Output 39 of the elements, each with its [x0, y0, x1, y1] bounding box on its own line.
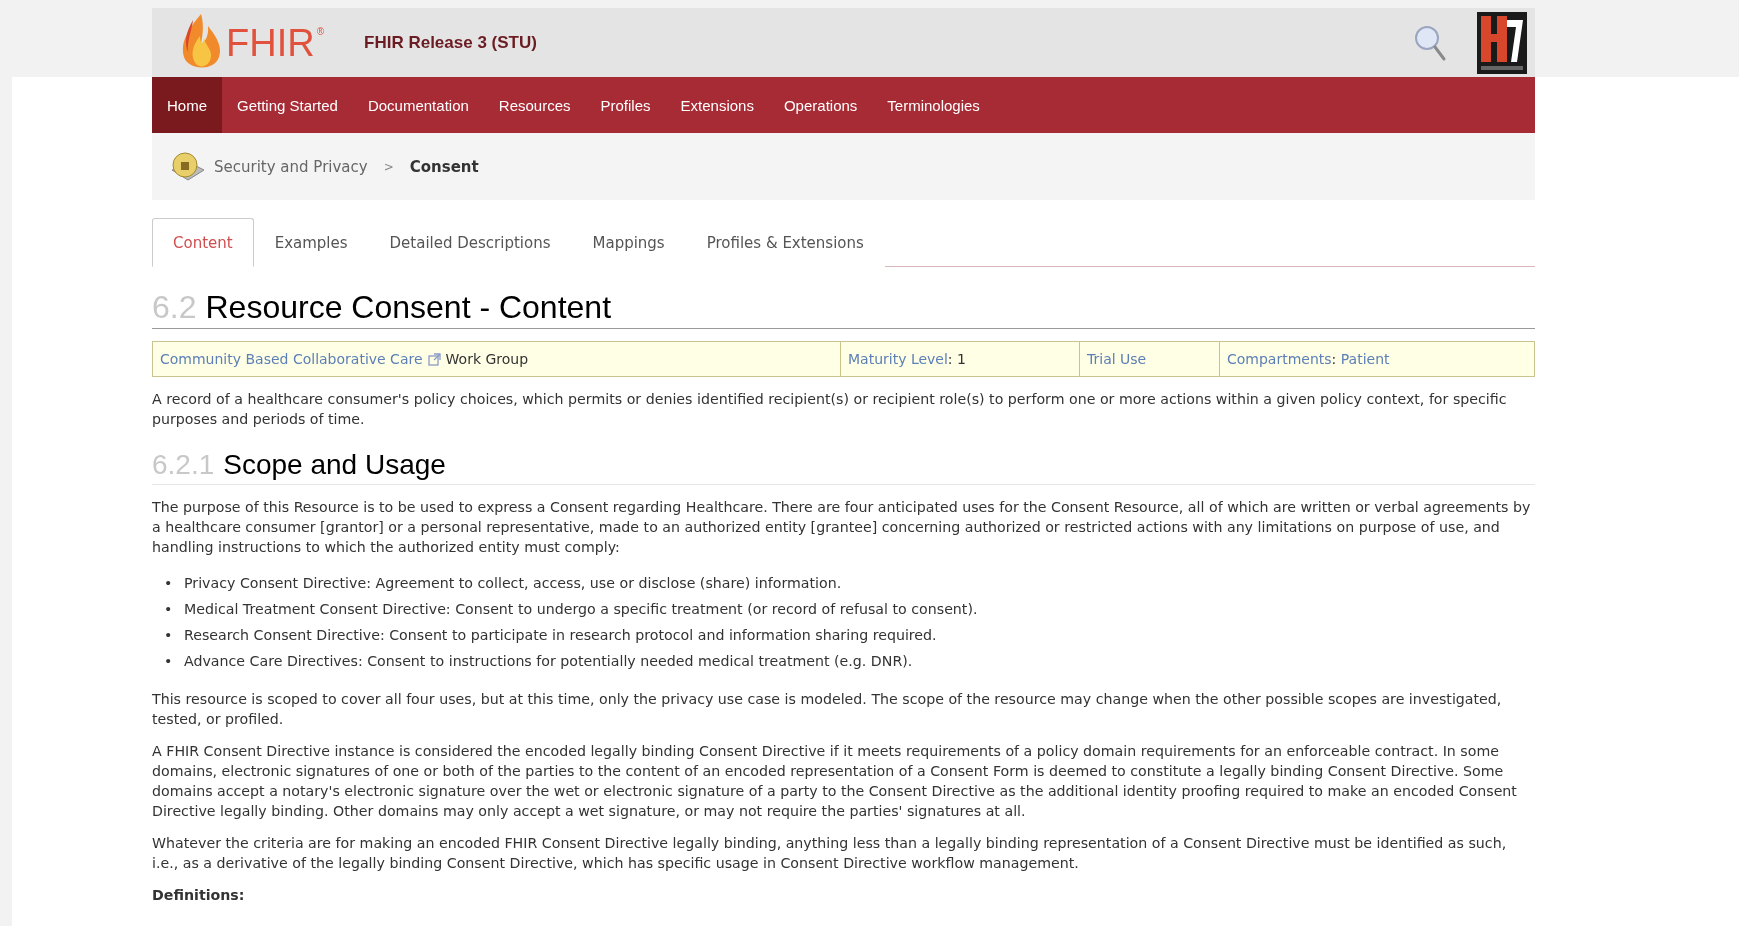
info-link[interactable]: Compartments [1227, 351, 1332, 367]
info-link[interactable]: Community Based Collaborative Care [160, 351, 423, 367]
list-item: Privacy Consent Directive: Agreement to collect, access, use or disclose (share) information. [184, 574, 842, 593]
nav-item[interactable]: Resources [483, 77, 586, 133]
bullet: • [164, 626, 174, 645]
registered-mark: ® [316, 26, 325, 37]
nav-item[interactable]: Extensions [665, 77, 769, 133]
list-item: Research Consent Directive: Consent to participate in research protocol and information sharing required. [184, 626, 937, 645]
bullet: • [164, 600, 174, 619]
paragraph: A FHIR Consent Directive instance is considered the encoded legally binding Consent Directive if it meets requirements of a policy domain requirements for an enforceable contract. In some domains, electronic signatures of one or both of the parties to the content of an encoded representation of a Consent Form is deemed to constitute a legally binding Consent Directive. Some domains accept a notary's electronic signature over the wet or electronic signature of a party to the Consent Directive as the additional identity proofing required to make an encoded Consent Directive legally binding. Other domains may only accept a wet signature, or may not require the parties' signatures at all. [152, 742, 1518, 821]
hl7-logo-icon [1477, 12, 1527, 74]
info-text: : [1331, 351, 1338, 367]
external-link-icon [427, 352, 441, 366]
breadcrumb-link[interactable]: Security and Privacy [214, 157, 368, 176]
nav-item[interactable]: Documentation [352, 77, 484, 133]
list-item: Medical Treatment Consent Directive: Consent to undergo a specific treatment (or record of refusal to consent). [184, 600, 978, 619]
nav-item[interactable]: Home [152, 77, 222, 133]
search-icon[interactable] [1413, 24, 1447, 62]
nav-item[interactable]: Getting Started [222, 77, 353, 133]
paragraph: Whatever the criteria are for making an encoded FHIR Consent Directive legally binding, anything less than a legally binding representation of a Consent Directive must be identified as such, i.e., as a derivative of the legally binding Consent Directive, which has specific usage in Consent Directive workflow management. [152, 834, 1508, 873]
tab[interactable]: Content [152, 218, 254, 267]
release-title: FHIR Release 3 (STU) [364, 33, 537, 53]
nav-item[interactable]: Terminologies [872, 77, 995, 133]
definitions-heading: Definitions: [152, 887, 246, 903]
bullet: • [164, 574, 174, 593]
breadcrumb-separator: > [383, 159, 394, 174]
info-text: Work Group [445, 351, 529, 367]
summary-text: A record of a healthcare consumer's policy choices, which permits or denies identified recipient(s) or recipient role(s) to perform one or more actions within a given policy context, for specific purposes and periods of time. [152, 390, 1508, 429]
bullet: • [164, 652, 174, 671]
paragraph: The purpose of this Resource is to be used to express a Consent regarding Healthcare. There are four anticipated uses for the Consent Resource, all of which are written or verbal agreements by a healthcare consumer [grantor] or a personal representative, made to an authorized entity [grantee] concerning authorized or restricted actions with any limitations on purpose of use, and handling instructions to which the authorized entity must comply: [152, 498, 1532, 557]
info-link[interactable]: Trial Use [1087, 351, 1147, 367]
paragraph: This resource is scoped to cover all four uses, but at this time, only the privacy use case is modeled. The scope of the resource may change when the other possible scopes are investigated, tested, or profiled. [152, 690, 1503, 729]
info-text: : 1 [947, 351, 966, 367]
nav-item[interactable]: Operations [768, 77, 873, 133]
info-link[interactable]: Patient [1340, 351, 1390, 367]
nav-item[interactable]: Profiles [585, 77, 666, 133]
breadcrumb-current: Consent [409, 157, 479, 176]
list-item: Advance Care Directives: Consent to instructions for potentially needed medical treatment (e.g. DNR). [184, 652, 913, 671]
info-link[interactable]: Maturity Level [848, 351, 948, 367]
